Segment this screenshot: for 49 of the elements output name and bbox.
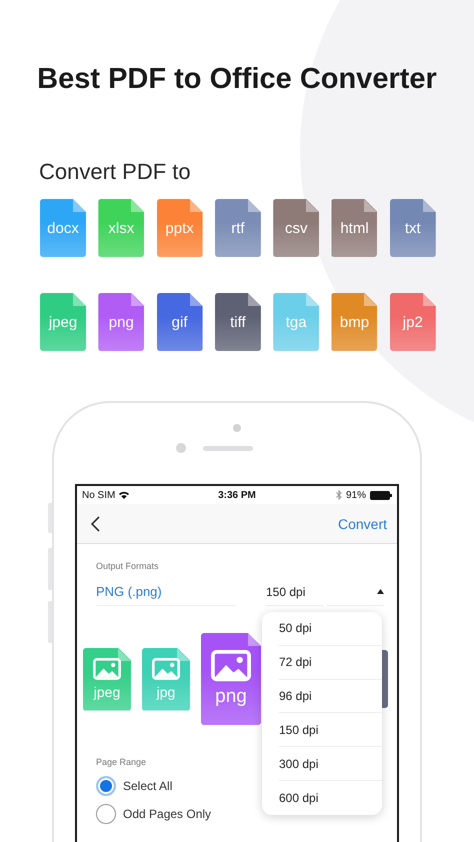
file-type-tile: jpeg xyxy=(40,293,86,351)
radio-label: Odd Pages Only xyxy=(123,807,212,821)
file-type-tile: csv xyxy=(273,199,320,257)
file-type-tile: png xyxy=(98,293,144,351)
file-type-tile: pptx xyxy=(156,199,203,257)
speaker-slot xyxy=(202,446,252,450)
file-type-tile: jp2 xyxy=(390,293,436,351)
wifi-icon xyxy=(119,491,130,499)
section-label: Page Range xyxy=(96,756,146,768)
section-label: Output Formats xyxy=(96,560,159,572)
file-type-tile: txt xyxy=(390,199,436,257)
resolution-select[interactable]: 150 dpi xyxy=(266,584,384,606)
resolution-value: 150 dpi xyxy=(266,584,306,598)
file-type-tile: rtf xyxy=(214,199,261,257)
back-chevron-icon[interactable] xyxy=(91,516,100,532)
file-type-tile: tiff xyxy=(214,293,261,351)
file-type-tile: xlsx xyxy=(98,199,144,257)
menu-item[interactable]: 50 dpi xyxy=(279,612,382,646)
battery-icon xyxy=(370,490,392,500)
menu-item[interactable]: 150 dpi xyxy=(279,713,382,748)
image-icon xyxy=(211,650,251,682)
format-select[interactable]: PNG (.png) xyxy=(96,584,236,606)
carrier-label: No SIM xyxy=(82,490,116,500)
sensor-dot xyxy=(176,443,186,453)
image-icon xyxy=(93,658,121,680)
radio-label: Select All xyxy=(123,779,172,793)
convert-link[interactable]: Convert xyxy=(338,516,387,532)
file-type-tile: html xyxy=(331,199,378,257)
format-name: png xyxy=(215,686,247,708)
menu-item[interactable]: 96 dpi xyxy=(279,680,382,714)
bluetooth-icon xyxy=(336,490,342,500)
headline: Best PDF to Office Converter xyxy=(36,62,438,96)
image-icon xyxy=(152,658,180,680)
file-type-tile: bmp xyxy=(331,293,378,351)
radio-button[interactable] xyxy=(96,776,116,796)
file-type-tile: tga xyxy=(273,293,320,351)
menu-item[interactable]: 600 dpi xyxy=(279,780,382,815)
corner-fold xyxy=(248,633,261,646)
menu-item[interactable]: 300 dpi xyxy=(279,747,382,781)
format-name: jpg xyxy=(156,684,176,700)
file-type-tile: docx xyxy=(40,199,86,257)
format-name: jpeg xyxy=(94,684,120,700)
subtitle: Convert PDF to xyxy=(39,159,191,185)
menu-item[interactable]: 72 dpi xyxy=(279,646,382,680)
camera-dot xyxy=(233,424,241,432)
radio-button[interactable] xyxy=(96,804,116,824)
battery-percent: 91% xyxy=(346,490,366,500)
file-type-tile: gif xyxy=(156,293,203,351)
clock-time: 3:36 PM xyxy=(218,490,256,500)
